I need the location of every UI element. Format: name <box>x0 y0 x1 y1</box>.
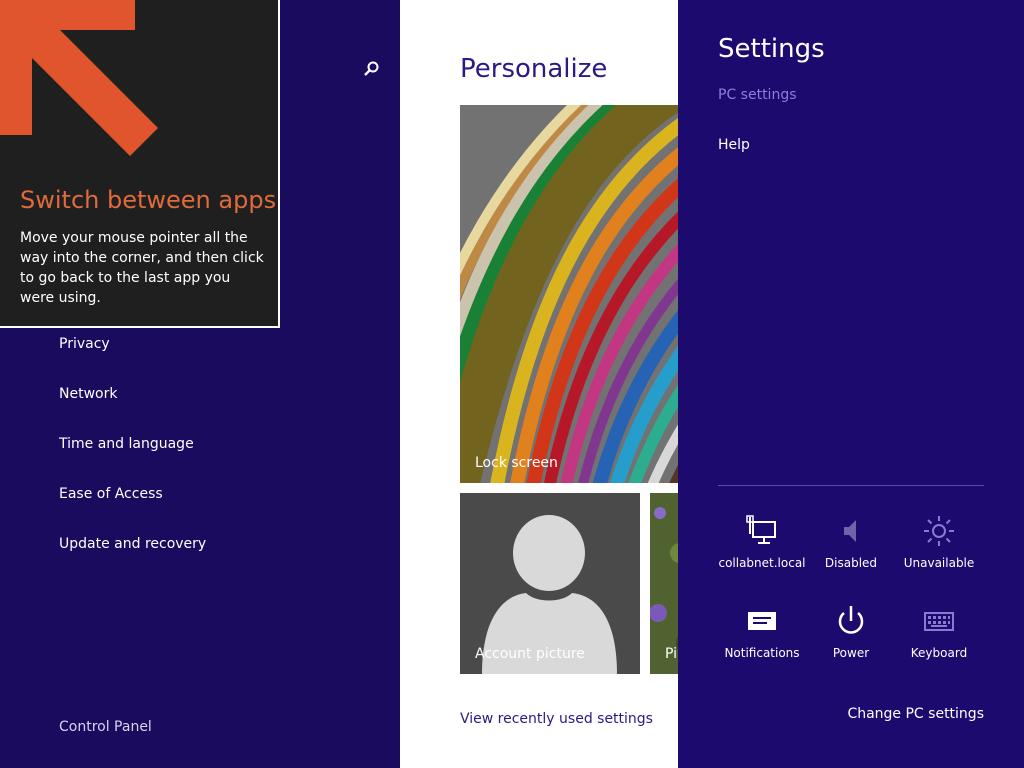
picture-label: Pi <box>665 646 678 662</box>
network-label: collabnet.local <box>718 556 806 570</box>
search-icon[interactable] <box>362 60 380 78</box>
nav-item-time-and-language[interactable]: Time and language <box>59 436 194 452</box>
notifications-label: Notifications <box>724 646 800 660</box>
personalize-title: Personalize <box>460 54 608 84</box>
tip-title: Switch between apps <box>20 186 277 214</box>
volume-label: Disabled <box>824 556 878 570</box>
network-button[interactable]: collabnet.local <box>718 514 806 570</box>
keyboard-label: Keyboard <box>910 646 968 660</box>
notifications-button[interactable]: Notifications <box>718 604 806 660</box>
nav-item-privacy[interactable]: Privacy <box>59 336 110 352</box>
personalize-pane: Personalize Lock screen Account picture … <box>400 0 678 768</box>
charm-title: Settings <box>718 34 825 64</box>
nav-item-ease-of-access[interactable]: Ease of Access <box>59 486 163 502</box>
power-icon <box>838 606 864 634</box>
account-picture-label: Account picture <box>475 646 585 662</box>
nav-item-network[interactable]: Network <box>59 386 117 402</box>
brightness-icon <box>924 516 954 546</box>
volume-icon <box>844 520 856 542</box>
account-picture-tile[interactable]: Account picture <box>460 493 640 674</box>
brightness-label: Unavailable <box>903 556 975 570</box>
tip-body: Move your mouse pointer all the way into… <box>20 230 264 306</box>
power-label: Power <box>832 646 870 660</box>
nav-item-update-and-recovery[interactable]: Update and recovery <box>59 536 206 552</box>
power-button[interactable]: Power <box>807 604 895 660</box>
lock-screen-tile[interactable]: Lock screen <box>460 105 678 483</box>
change-pc-settings-link[interactable]: Change PC settings <box>847 706 984 722</box>
picture-tile[interactable]: Pi <box>650 493 678 674</box>
arrow-up-left-icon <box>0 0 158 156</box>
lock-screen-label: Lock screen <box>475 455 558 471</box>
network-icon <box>746 515 776 544</box>
tip-switch-between-apps: Switch between apps Move your mouse poin… <box>0 0 280 328</box>
help-link[interactable]: Help <box>718 137 750 153</box>
notifications-icon <box>748 612 776 630</box>
view-recent-settings-link[interactable]: View recently used settings <box>460 711 653 727</box>
keyboard-button[interactable]: Keyboard <box>895 604 983 660</box>
control-panel-link[interactable]: Control Panel <box>59 719 152 735</box>
volume-button[interactable]: Disabled <box>807 514 895 570</box>
divider <box>718 485 984 486</box>
keyboard-icon <box>924 612 954 631</box>
lock-screen-image <box>460 105 678 483</box>
pc-settings-link[interactable]: PC settings <box>718 87 797 103</box>
settings-charm: Settings PC settings Help collabnet.loca… <box>678 0 1024 768</box>
brightness-button[interactable]: Unavailable <box>895 514 983 570</box>
